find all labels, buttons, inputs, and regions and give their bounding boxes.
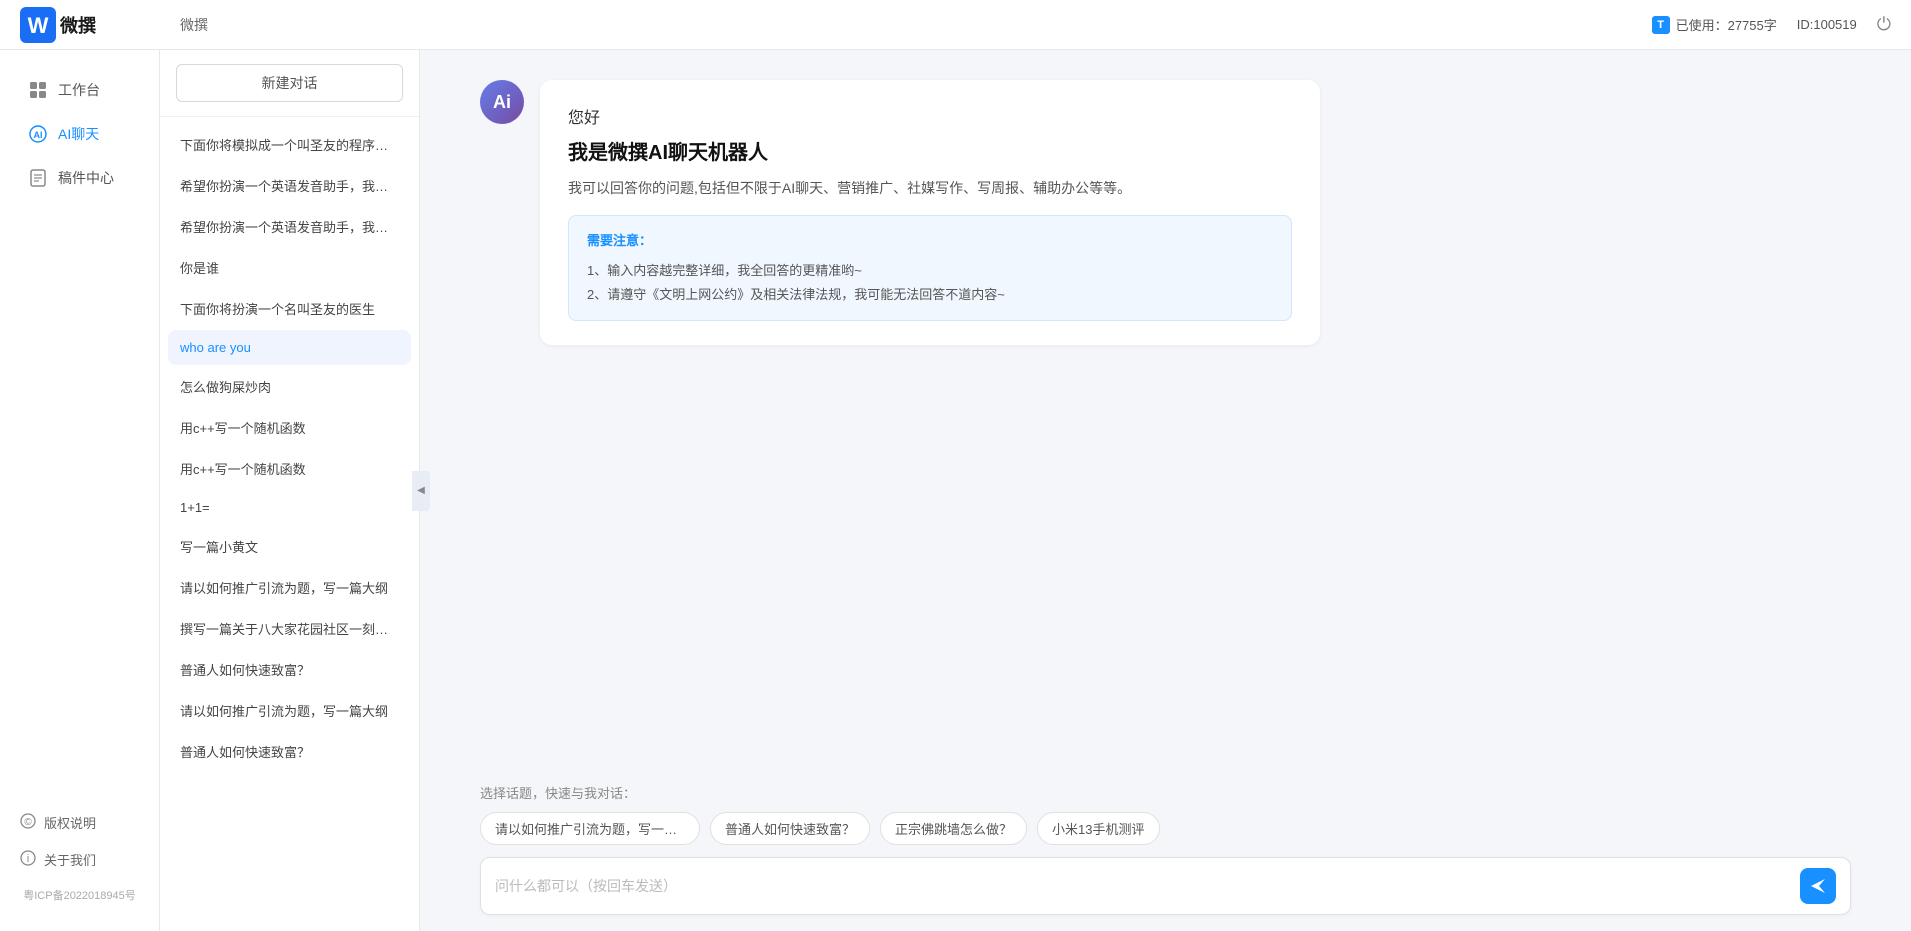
conversation-item[interactable]: 希望你扮演一个英语发音助手，我提供给你...: [168, 207, 411, 246]
conversation-item[interactable]: 下面你将模拟成一个叫圣友的程序员，我说...: [168, 125, 411, 164]
topbar: W 微撰 微撰 T 已使用：27755字 ID:100519 ⏻: [0, 0, 1911, 50]
drafts-label: 稿件中心: [58, 168, 114, 188]
chat-bottom: 选择话题，快速与我对话： 请以如何推广引流为题，写一篇... 普通人如何快速致富？…: [420, 771, 1911, 931]
send-icon: [1809, 877, 1827, 895]
logo-text: 微撰: [60, 12, 96, 38]
sidebar-about[interactable]: i 关于我们: [8, 842, 151, 877]
sidebar-copyright[interactable]: © 版权说明: [8, 805, 151, 840]
sidebar-wrapper: 新建对话 下面你将模拟成一个叫圣友的程序员，我说...希望你扮演一个英语发音助手…: [160, 50, 420, 931]
welcome-greeting: 您好: [568, 104, 1292, 128]
notice-box: 需要注意： 1、输入内容越完整详细，我全回答的更精准哟~ 2、请遵守《文明上网公…: [568, 215, 1292, 321]
quick-prompt-button[interactable]: 普通人如何快速致富？: [710, 812, 870, 845]
notice-title: 需要注意：: [587, 230, 1273, 249]
workbench-label: 工作台: [58, 80, 100, 100]
conversation-item[interactable]: 请以如何推广引流为题，写一篇大纲: [168, 568, 411, 607]
sidebar-item-ai-chat[interactable]: AI AI聊天: [8, 114, 151, 154]
input-area: [480, 857, 1851, 915]
ai-chat-label: AI聊天: [58, 124, 99, 144]
usage-label: 已使用：27755字: [1676, 15, 1777, 34]
notice-item-1: 1、输入内容越完整详细，我全回答的更精准哟~: [587, 259, 1273, 282]
send-button[interactable]: [1800, 868, 1836, 904]
page-title: 微撰: [180, 15, 208, 35]
svg-text:AI: AI: [34, 130, 43, 140]
chat-messages: Ai 您好 我是微撰AI聊天机器人 我可以回答你的问题,包括但不限于AI聊天、营…: [420, 50, 1911, 771]
quick-prompt-button[interactable]: 请以如何推广引流为题，写一篇...: [480, 812, 700, 845]
conversation-item[interactable]: 用c++写一个随机函数: [168, 408, 411, 447]
conversation-panel: 新建对话 下面你将模拟成一个叫圣友的程序员，我说...希望你扮演一个英语发音助手…: [160, 50, 420, 931]
welcome-title: 我是微撰AI聊天机器人: [568, 136, 1292, 165]
welcome-desc: 我可以回答你的问题,包括但不限于AI聊天、营销推广、社媒写作、写周报、辅助办公等…: [568, 177, 1292, 199]
conversation-item[interactable]: 你是谁: [168, 248, 411, 287]
conversation-item[interactable]: 怎么做狗屎炒肉: [168, 367, 411, 406]
svg-text:i: i: [27, 853, 29, 865]
conversation-item[interactable]: 写一篇小黄文: [168, 527, 411, 566]
quick-prompts: 请以如何推广引流为题，写一篇... 普通人如何快速致富？ 正宗佛跳墙怎么做？ 小米13…: [480, 812, 1851, 845]
drafts-icon: [28, 168, 48, 188]
left-sidebar: 工作台 AI AI聊天 稿件中心 © 版权说明 i: [0, 50, 160, 931]
conversation-item[interactable]: 希望你扮演一个英语发音助手，我提供给你...: [168, 166, 411, 205]
topbar-right: T 已使用：27755字 ID:100519 ⏻: [1652, 14, 1891, 35]
chat-area: Ai 您好 我是微撰AI聊天机器人 我可以回答你的问题,包括但不限于AI聊天、营…: [420, 50, 1911, 931]
collapse-icon: ◀: [417, 485, 425, 496]
main-layout: 工作台 AI AI聊天 稿件中心 © 版权说明 i: [0, 50, 1911, 931]
id-label: ID:100519: [1797, 17, 1857, 32]
quick-prompts-label: 选择话题，快速与我对话：: [480, 783, 1851, 802]
ai-chat-icon: AI: [28, 124, 48, 144]
conversation-item[interactable]: 用c++写一个随机函数: [168, 449, 411, 488]
conversation-item[interactable]: who are you: [168, 330, 411, 365]
usage-info: T 已使用：27755字: [1652, 15, 1777, 34]
conversation-list: 下面你将模拟成一个叫圣友的程序员，我说...希望你扮演一个英语发音助手，我提供给…: [160, 117, 419, 931]
copyright-icon: ©: [20, 813, 36, 832]
icp-text: 粤ICP备2022018945号: [8, 879, 151, 911]
new-conversation-button[interactable]: 新建对话: [176, 64, 403, 102]
about-icon: i: [20, 850, 36, 869]
svg-text:W: W: [28, 13, 49, 38]
conv-panel-header: 新建对话: [160, 50, 419, 117]
sidebar-bottom: © 版权说明 i 关于我们 粤ICP备2022018945号: [0, 805, 159, 911]
conversation-item[interactable]: 下面你将扮演一个名叫圣友的医生: [168, 289, 411, 328]
conversation-item[interactable]: 普通人如何快速致富？: [168, 732, 411, 771]
conversation-item[interactable]: 普通人如何快速致富？: [168, 650, 411, 689]
usage-icon: T: [1652, 16, 1670, 34]
conversation-item[interactable]: 1+1=: [168, 490, 411, 525]
sidebar-item-drafts[interactable]: 稿件中心: [8, 158, 151, 198]
quick-prompt-button[interactable]: 正宗佛跳墙怎么做？: [880, 812, 1027, 845]
collapse-sidebar-button[interactable]: ◀: [412, 471, 430, 511]
workbench-icon: [28, 80, 48, 100]
svg-text:©: ©: [24, 817, 32, 828]
about-label: 关于我们: [44, 850, 96, 869]
chat-input[interactable]: [495, 874, 1790, 898]
quick-prompt-button[interactable]: 小米13手机测评: [1037, 812, 1159, 845]
conversation-item[interactable]: 撰写一篇关于八大家花园社区一刻钟便民生...: [168, 609, 411, 648]
welcome-card: Ai 您好 我是微撰AI聊天机器人 我可以回答你的问题,包括但不限于AI聊天、营…: [480, 80, 1851, 345]
logout-button[interactable]: ⏻: [1877, 14, 1891, 35]
logo-icon: W: [20, 7, 56, 43]
logo: W 微撰: [20, 7, 96, 43]
conversation-item[interactable]: 请以如何推广引流为题，写一篇大纲: [168, 691, 411, 730]
welcome-content: 您好 我是微撰AI聊天机器人 我可以回答你的问题,包括但不限于AI聊天、营销推广…: [540, 80, 1320, 345]
ai-avatar: Ai: [480, 80, 524, 124]
sidebar-item-workbench[interactable]: 工作台: [8, 70, 151, 110]
copyright-label: 版权说明: [44, 813, 96, 832]
notice-item-2: 2、请遵守《文明上网公约》及相关法律法规，我可能无法回答不道内容~: [587, 283, 1273, 306]
